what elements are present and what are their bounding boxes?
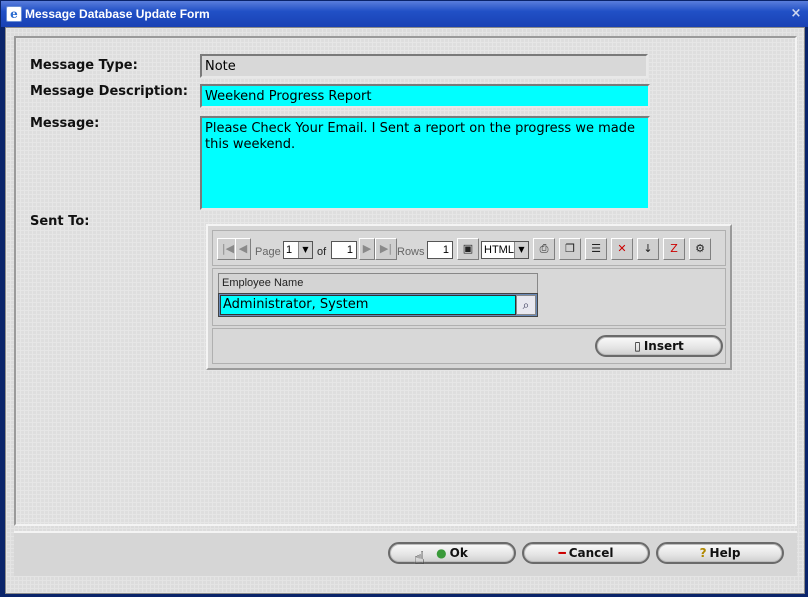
rows-label: Rows xyxy=(397,246,425,258)
app-icon: e xyxy=(6,6,22,22)
sent-to-grid: |◀ ◀ Page 1 ▼ of 1 ▶ ▶| Rows 1 ▣ HTML ▼ … xyxy=(206,224,732,370)
button-bar: ● Ok ━ Cancel ? Help xyxy=(14,531,797,576)
close-icon[interactable]: × xyxy=(789,7,803,21)
table-row[interactable]: Administrator, System ⌕ xyxy=(218,293,538,317)
search-icon[interactable]: ⌕ xyxy=(516,295,536,315)
clear-sort-icon[interactable]: Z xyxy=(663,238,685,260)
page-select-value: 1 xyxy=(286,244,293,256)
app-window: e Message Database Update Form × Message… xyxy=(0,0,808,597)
properties-icon[interactable]: ☰ xyxy=(585,238,607,260)
cancel-icon: ━ xyxy=(558,546,566,560)
grid-rows-area: Employee Name Administrator, System ⌕ xyxy=(212,268,726,326)
sort-ascending-icon[interactable]: ↓ xyxy=(637,238,659,260)
cancel-button-label: Cancel xyxy=(568,546,614,560)
cancel-button[interactable]: ━ Cancel xyxy=(522,542,650,564)
chevron-down-icon: ▼ xyxy=(298,242,312,258)
last-page-icon[interactable]: ▶| xyxy=(375,238,397,260)
message-description-label: Message Description: xyxy=(30,84,188,99)
ok-button-label: Ok xyxy=(449,546,468,560)
hand-cursor-icon: ☝ xyxy=(414,548,425,569)
of-label: of xyxy=(317,246,327,258)
settings-icon[interactable]: ⚙ xyxy=(689,238,711,260)
new-document-icon: ▯ xyxy=(634,339,641,353)
sent-to-label: Sent To: xyxy=(30,214,90,229)
format-select[interactable]: HTML ▼ xyxy=(481,241,529,259)
message-type-field[interactable]: Note xyxy=(200,54,648,78)
page-select[interactable]: 1 ▼ xyxy=(283,241,313,259)
message-textarea[interactable]: Please Check Your Email. I Sent a report… xyxy=(200,116,650,210)
grid-toolbar: |◀ ◀ Page 1 ▼ of 1 ▶ ▶| Rows 1 ▣ HTML ▼ … xyxy=(212,230,726,266)
help-button-label: Help xyxy=(709,546,741,560)
prev-page-icon[interactable]: ◀ xyxy=(235,238,251,260)
format-select-value: HTML xyxy=(484,244,514,256)
insert-button[interactable]: ▯ Insert xyxy=(595,335,723,357)
help-button[interactable]: ? Help xyxy=(656,542,784,564)
print-icon[interactable]: ⎙ xyxy=(533,238,555,260)
form-panel: Message Type: Note Message Description: … xyxy=(14,36,797,526)
help-icon: ? xyxy=(699,546,707,560)
ok-button[interactable]: ● Ok xyxy=(388,542,516,564)
page-count: 1 xyxy=(331,241,357,259)
client-area: Message Type: Note Message Description: … xyxy=(5,27,805,594)
title-bar[interactable]: e Message Database Update Form × xyxy=(1,1,808,27)
copy-icon[interactable]: ❐ xyxy=(559,238,581,260)
employee-name-cell[interactable]: Administrator, System xyxy=(220,295,516,315)
save-icon[interactable]: ▣ xyxy=(457,238,479,260)
page-label: Page xyxy=(255,246,281,258)
grid-insert-area: ▯ Insert xyxy=(212,328,726,364)
chevron-down-icon: ▼ xyxy=(514,242,528,258)
message-description-field[interactable]: Weekend Progress Report xyxy=(200,84,650,108)
delete-column-icon[interactable]: ✕ xyxy=(611,238,633,260)
window-title: Message Database Update Form xyxy=(25,7,210,21)
next-page-icon[interactable]: ▶ xyxy=(359,238,375,260)
insert-button-label: Insert xyxy=(643,339,684,353)
message-label: Message: xyxy=(30,116,100,131)
message-type-label: Message Type: xyxy=(30,58,138,73)
ok-icon: ● xyxy=(436,546,447,560)
rows-input[interactable]: 1 xyxy=(427,241,453,259)
column-header-employee-name[interactable]: Employee Name xyxy=(218,273,538,293)
